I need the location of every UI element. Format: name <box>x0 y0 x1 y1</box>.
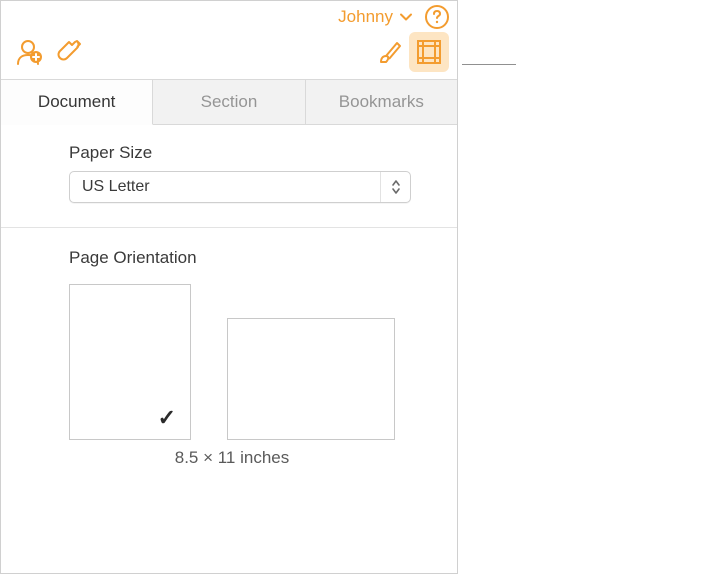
collaborate-button[interactable] <box>9 32 49 72</box>
tab-section[interactable]: Section <box>153 80 305 124</box>
document-icon <box>415 38 443 66</box>
help-button[interactable] <box>425 5 449 29</box>
wrench-icon <box>55 38 83 66</box>
format-button[interactable] <box>369 32 409 72</box>
document-button[interactable] <box>409 32 449 72</box>
wrench-button[interactable] <box>49 32 89 72</box>
check-icon: ✓ <box>158 405 176 431</box>
select-arrow <box>380 172 410 202</box>
paper-size-label: Paper Size <box>69 143 437 163</box>
question-icon <box>431 10 443 24</box>
divider <box>1 227 457 228</box>
tab-document[interactable]: Document <box>1 80 153 125</box>
tab-bookmarks[interactable]: Bookmarks <box>306 80 457 124</box>
brush-icon <box>375 38 403 66</box>
chevron-down-icon <box>399 10 413 24</box>
orientation-landscape[interactable] <box>227 318 395 440</box>
orientation-label: Page Orientation <box>69 248 437 268</box>
orientation-portrait[interactable]: ✓ <box>69 284 191 440</box>
user-name: Johnny <box>338 7 393 27</box>
user-menu[interactable]: Johnny <box>338 7 413 27</box>
person-add-icon <box>14 37 44 67</box>
paper-size-value: US Letter <box>70 178 380 196</box>
paper-size-select[interactable]: US Letter <box>69 171 411 203</box>
page-dimensions: 8.5 × 11 inches <box>69 448 395 468</box>
callout-line <box>462 64 516 65</box>
updown-icon <box>391 179 401 195</box>
